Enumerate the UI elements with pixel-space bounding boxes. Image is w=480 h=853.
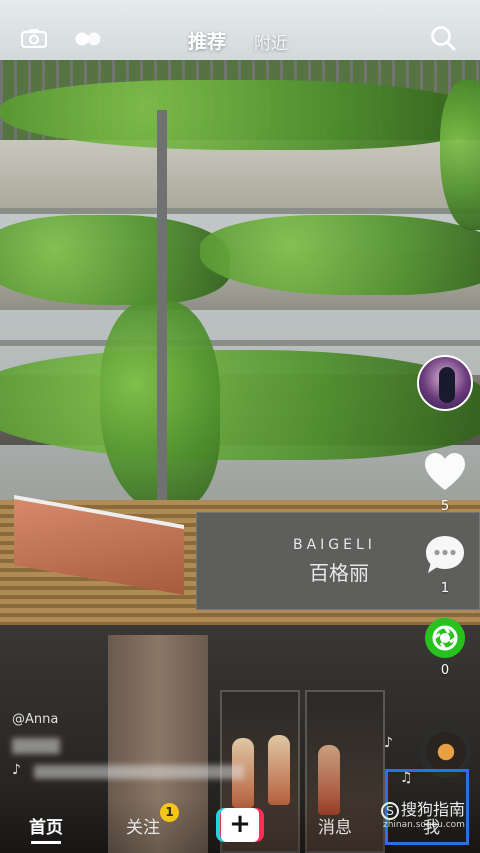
nav-home[interactable]: 首页 — [29, 813, 63, 844]
heart-icon[interactable] — [424, 452, 466, 492]
camera-icon[interactable] — [21, 28, 47, 48]
railing — [0, 208, 480, 214]
sign-english: BAIGELI — [293, 537, 376, 553]
watermark-brand-text: 搜狗指南 — [401, 800, 466, 819]
sign-chinese: 百格丽 — [309, 561, 369, 585]
watermark-brand: S 搜狗指南 — [381, 796, 465, 820]
video-frame[interactable]: BAIGELI 百格丽 — [0, 0, 480, 853]
like-count: 5 — [440, 499, 450, 514]
comment-count: 1 — [440, 581, 450, 596]
watermark-url: zhinan.sogou.com — [383, 820, 465, 830]
share-count: 0 — [440, 663, 450, 678]
vines — [0, 80, 480, 150]
vines — [0, 215, 230, 305]
add-button-label: + — [221, 808, 259, 842]
add-video-button[interactable]: + — [216, 808, 264, 842]
comment-icon[interactable] — [424, 534, 466, 576]
top-bar: 推荐 附近 — [0, 0, 480, 80]
music-note-icon: ♪ — [384, 735, 393, 751]
blurred-music-title[interactable] — [34, 765, 244, 779]
vines — [0, 350, 480, 460]
vines — [200, 215, 480, 295]
sogou-logo-icon: S — [381, 802, 399, 820]
share-icon[interactable] — [425, 618, 465, 658]
nav-messages[interactable]: 消息 — [318, 813, 352, 838]
search-icon[interactable] — [430, 25, 456, 51]
follow-badge: 1 — [160, 803, 179, 822]
watermark: S 搜狗指南 zhinan.sogou.com — [381, 796, 465, 830]
avatar-figure — [439, 367, 455, 403]
support-pole — [157, 110, 167, 505]
author-avatar[interactable] — [417, 355, 473, 411]
tab-recommend[interactable]: 推荐 — [188, 27, 226, 54]
blurred-text — [12, 738, 60, 754]
music-note-icon: ♪ — [12, 762, 21, 778]
nav-follow[interactable]: 关注 — [126, 813, 160, 838]
tab-nearby[interactable]: 附近 — [254, 29, 288, 54]
building-floor — [0, 140, 480, 210]
dual-camera-icon[interactable] — [74, 30, 102, 48]
railing — [0, 340, 480, 346]
mannequin — [268, 735, 290, 805]
author-handle[interactable]: @Anna — [12, 712, 58, 727]
